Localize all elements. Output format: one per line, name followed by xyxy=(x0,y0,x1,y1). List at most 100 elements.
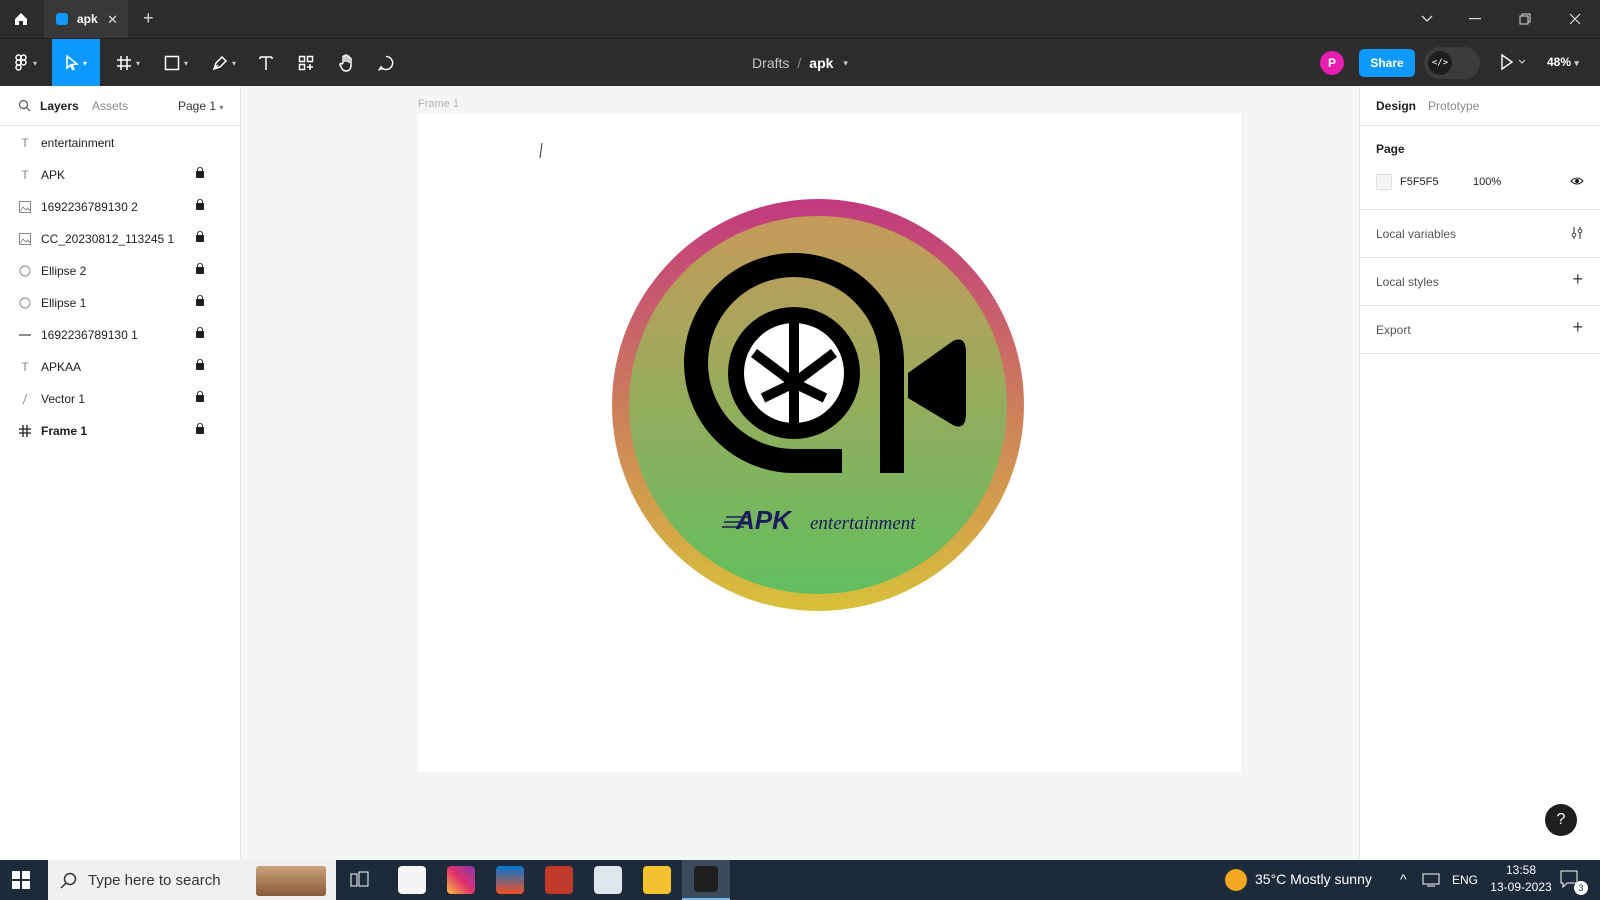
figma-taskbar-button[interactable] xyxy=(682,860,730,900)
lock-icon[interactable] xyxy=(196,231,204,242)
logo-text-apk[interactable]: APK xyxy=(735,505,793,535)
resources-button[interactable] xyxy=(292,39,320,87)
search-icon[interactable] xyxy=(18,99,31,115)
file-name[interactable]: apk xyxy=(809,55,833,71)
chevron-down-icon[interactable] xyxy=(1404,0,1450,38)
task-view-icon[interactable] xyxy=(350,871,370,892)
clock[interactable]: 13:58 13-09-2023 xyxy=(1490,863,1552,894)
layer-item[interactable]: Ellipse 2 xyxy=(0,255,241,287)
windows-start-icon[interactable] xyxy=(12,871,30,892)
lock-icon[interactable] xyxy=(196,359,204,370)
search-highlight-image xyxy=(256,866,326,896)
page-selector[interactable]: Page 1 ▾ xyxy=(178,99,223,113)
left-panel-tabs: Layers Assets Page 1 ▾ xyxy=(0,86,241,126)
add-style-icon[interactable]: + xyxy=(1572,269,1583,290)
lock-icon[interactable] xyxy=(196,167,204,178)
home-icon[interactable] xyxy=(10,9,32,29)
restore-icon[interactable] xyxy=(1502,0,1548,38)
lock-icon[interactable] xyxy=(196,263,204,274)
vector-line[interactable] xyxy=(539,142,543,159)
layer-item[interactable]: T APK xyxy=(0,159,241,191)
text-layer-icon: T xyxy=(21,360,29,374)
logo-text-entertainment[interactable]: entertainment xyxy=(810,513,916,534)
variables-icon[interactable] xyxy=(1570,226,1584,243)
layer-name: APK xyxy=(41,168,66,182)
main-menu-button[interactable]: ▾ xyxy=(8,39,44,87)
mail-app-icon[interactable] xyxy=(398,866,426,894)
layer-item[interactable]: CC_20230812_113245 1 xyxy=(0,223,241,255)
store-app-icon[interactable] xyxy=(496,866,524,894)
local-styles-section: Local styles + xyxy=(1360,258,1600,306)
file-tab[interactable]: apk ✕ xyxy=(44,0,128,38)
page-color-value[interactable]: F5F5F5 xyxy=(1400,176,1439,188)
tab-assets[interactable]: Assets xyxy=(92,99,128,113)
local-variables-label: Local variables xyxy=(1376,227,1457,241)
ellipse-layer-icon xyxy=(18,296,32,310)
shape-tool-button[interactable]: ▾ xyxy=(158,39,194,87)
properties-panel: Design Prototype Page F5F5F5 100% Local … xyxy=(1359,86,1600,860)
local-styles-label: Local styles xyxy=(1376,275,1439,289)
move-tool-button[interactable]: ▾ xyxy=(52,39,100,87)
tab-layers[interactable]: Layers xyxy=(40,99,79,113)
document-app-icon[interactable] xyxy=(594,866,622,894)
present-button[interactable] xyxy=(1500,53,1526,74)
layer-name: CC_20230812_113245 1 xyxy=(41,232,175,246)
lock-icon[interactable] xyxy=(196,391,204,402)
page-selector-label: Page 1 xyxy=(178,99,217,113)
layers-panel: Layers Assets Page 1 ▾ T entertainment T… xyxy=(0,86,241,860)
page-opacity-value[interactable]: 100% xyxy=(1473,176,1501,188)
layer-item[interactable]: Vector 1 xyxy=(0,383,241,415)
export-label: Export xyxy=(1376,323,1411,337)
close-window-icon[interactable] xyxy=(1552,0,1598,38)
add-export-icon[interactable]: + xyxy=(1572,317,1583,338)
tab-design[interactable]: Design xyxy=(1376,99,1416,113)
layer-name: APKAA xyxy=(41,360,82,374)
tab-prototype[interactable]: Prototype xyxy=(1428,99,1479,113)
minimize-icon[interactable] xyxy=(1452,0,1498,38)
chevron-down-icon[interactable]: ▾ xyxy=(843,58,848,69)
layer-item[interactable]: Ellipse 1 xyxy=(0,287,241,319)
eye-icon[interactable] xyxy=(1570,174,1584,191)
zoom-dropdown[interactable]: 48% ▾ xyxy=(1547,55,1579,69)
lock-icon[interactable] xyxy=(196,327,204,338)
text-tool-button[interactable] xyxy=(252,39,280,87)
network-icon[interactable] xyxy=(1422,872,1440,891)
frame-tool-button[interactable]: ▾ xyxy=(110,39,146,87)
comment-tool-button[interactable] xyxy=(372,39,400,87)
share-button[interactable]: Share xyxy=(1359,49,1415,77)
layer-item[interactable]: 1692236789130 2 xyxy=(0,191,241,223)
frame-icon xyxy=(116,56,131,70)
new-tab-icon[interactable]: + xyxy=(143,8,154,29)
lock-icon[interactable] xyxy=(196,199,204,210)
layer-item[interactable]: T APKAA xyxy=(0,351,241,383)
weather-icon[interactable] xyxy=(1225,869,1247,891)
layer-name: Vector 1 xyxy=(41,392,86,406)
frame-label[interactable]: Frame 1 xyxy=(418,98,459,110)
frame-1[interactable]: APK entertainment xyxy=(418,113,1241,772)
taskbar-search-input[interactable]: Type here to search xyxy=(48,860,336,900)
lock-icon[interactable] xyxy=(196,423,204,434)
breadcrumb-drafts[interactable]: Drafts xyxy=(752,55,789,71)
help-button[interactable]: ? xyxy=(1545,804,1577,836)
language-indicator[interactable]: ENG xyxy=(1452,873,1478,887)
notification-count-badge: 3 xyxy=(1574,881,1588,895)
text-layer-icon: T xyxy=(21,136,29,150)
dev-mode-toggle[interactable]: </> xyxy=(1424,47,1480,79)
layer-item[interactable]: T entertainment xyxy=(0,127,241,159)
red-app-icon[interactable] xyxy=(545,866,573,894)
pen-tool-button[interactable]: ▾ xyxy=(206,39,242,87)
file-explorer-icon[interactable] xyxy=(643,866,671,894)
instagram-app-icon[interactable] xyxy=(447,866,475,894)
layer-item[interactable]: 1692236789130 1 xyxy=(0,319,241,351)
weather-text[interactable]: 35°C Mostly sunny xyxy=(1255,871,1372,887)
page-color-swatch[interactable] xyxy=(1376,174,1392,190)
lock-icon[interactable] xyxy=(196,295,204,306)
local-variables-section: Local variables xyxy=(1360,210,1600,258)
hand-icon xyxy=(339,54,352,72)
hand-tool-button[interactable] xyxy=(332,39,360,87)
layer-item[interactable]: Frame 1 xyxy=(0,415,241,447)
avatar[interactable]: P xyxy=(1320,51,1344,75)
chevron-up-icon[interactable]: ^ xyxy=(1400,871,1407,887)
apk-entertainment-logo[interactable]: APK entertainment xyxy=(418,113,1241,772)
close-tab-icon[interactable]: ✕ xyxy=(107,12,118,28)
